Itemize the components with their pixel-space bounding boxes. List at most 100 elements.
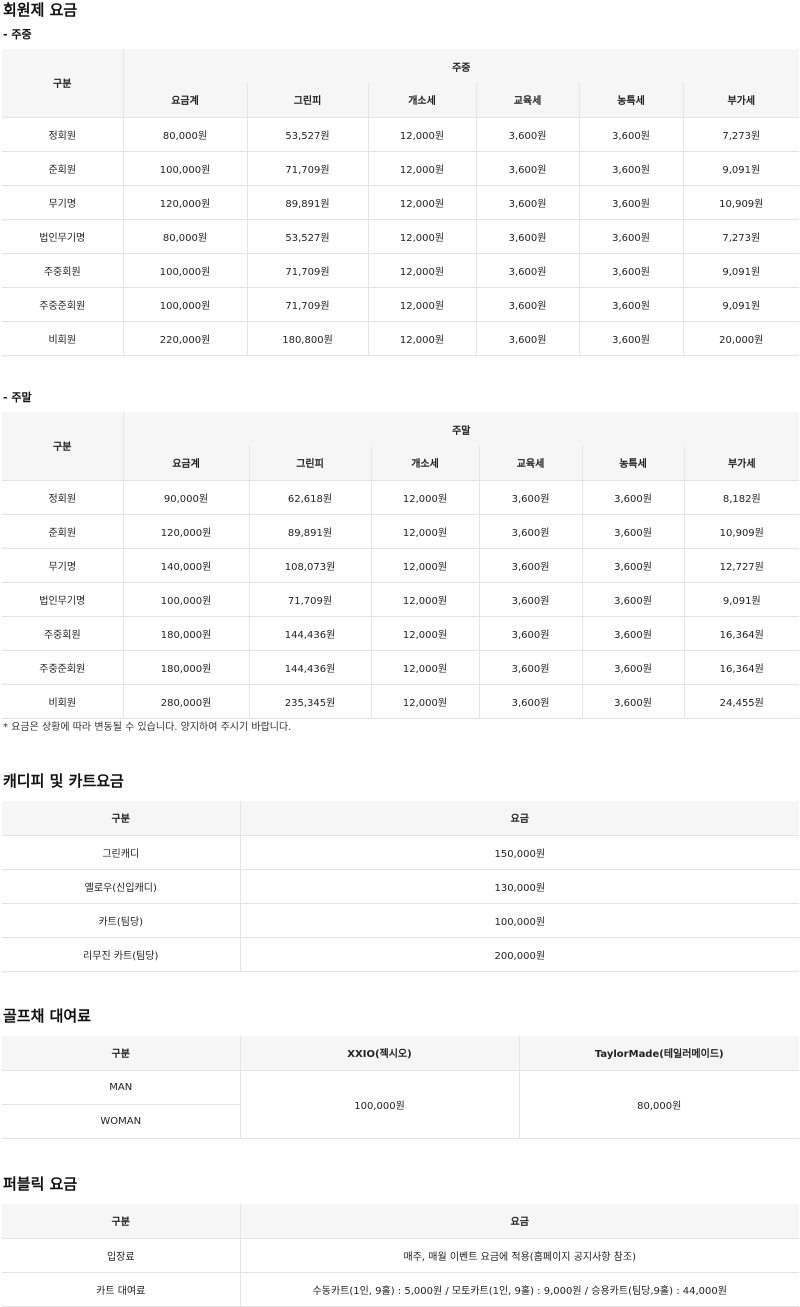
- row-label: 정회원: [2, 117, 123, 152]
- row-label: 주중준회원: [2, 650, 123, 685]
- table-row: 준회원 120,000원 89,891원 12,000원 3,600원 3,600원 10,…: [2, 514, 800, 549]
- table-cell: 108,073원: [248, 548, 371, 583]
- table-row: MAN 100,000원 80,000원: [2, 1070, 799, 1139]
- table-cell: 120,000원: [122, 514, 249, 549]
- table-cell: 매주, 매월 이벤트 요금에 적용(홈페이지 공지사항 참조): [239, 1238, 799, 1273]
- row-label: 그린캐디: [2, 835, 240, 870]
- public-fee-table: 구분 요금 입장료 매주, 매월 이벤트 요금에 적용(홈페이지 공지사항 참조)…: [2, 1204, 799, 1307]
- table-cell: 24,455원: [683, 684, 800, 719]
- rental-title: 골프채 대여료: [3, 1007, 92, 1025]
- table-row: 주중회원 180,000원 144,436원 12,000원 3,600원 3,600원 1…: [2, 616, 800, 651]
- table-cell: 3,600원: [578, 219, 683, 254]
- table-cell: 12,000원: [367, 117, 476, 152]
- table-cell: 100,000원: [122, 253, 247, 288]
- row-label: 옐로우(신입캐디): [2, 869, 240, 904]
- col-header: 요금: [239, 801, 799, 836]
- row-label: 무기명: [2, 548, 123, 583]
- table-cell: 9,091원: [682, 151, 800, 186]
- weekday-fee-table: 구분 주중 요금계 그린피 개소세 교육세 농특세 부가세 정회원 80,000원…: [2, 49, 800, 356]
- row-label: 준회원: [2, 151, 123, 186]
- table-cell: 3,600원: [578, 185, 683, 220]
- table-row: 비회원 220,000원 180,800원 12,000원 3,600원 3,600원 20…: [2, 321, 800, 356]
- table-row: 리무진 카트(팀당) 200,000원: [2, 937, 799, 972]
- table-cell: 3,600원: [475, 219, 579, 254]
- table-cell: 9,091원: [683, 582, 800, 617]
- table-cell: 3,600원: [475, 287, 579, 322]
- table-row: 정회원 90,000원 62,618원 12,000원 3,600원 3,600원 8,18…: [2, 480, 800, 515]
- caddie-title: 캐디피 및 카트요금: [3, 772, 124, 790]
- table-cell: 9,091원: [682, 287, 800, 322]
- col-header: 교육세: [478, 446, 582, 481]
- row-label: 정회원: [2, 480, 123, 515]
- row-label: 카트(팀당): [2, 903, 240, 938]
- row-label: 입장료: [2, 1238, 240, 1273]
- table-cell: 200,000원: [239, 937, 799, 972]
- col-header: 농특세: [578, 83, 683, 118]
- table-cell: 12,000원: [370, 548, 479, 583]
- table-cell: 100,000원: [122, 151, 247, 186]
- table-cell: 3,600원: [578, 287, 683, 322]
- table-cell: 235,345원: [248, 684, 371, 719]
- row-label: 주중준회원: [2, 287, 123, 322]
- table-row: 카트 대여료 수동카트(1인, 9홀) : 5,000원 / 모토카트(1인, 9…: [2, 1272, 799, 1307]
- col-header: 구분: [2, 1204, 240, 1239]
- table-row: 법인무기명 80,000원 53,527원 12,000원 3,600원 3,600원 7,…: [2, 219, 800, 254]
- public-title: 퍼블릭 요금: [3, 1175, 78, 1193]
- table-cell: 71,709원: [246, 253, 368, 288]
- col-header: 구분: [2, 412, 124, 481]
- col-header: 요금계: [123, 83, 247, 118]
- table-cell: 80,000원: [122, 219, 247, 254]
- table-cell: 3,600원: [578, 321, 683, 356]
- table-row: 입장료 매주, 매월 이벤트 요금에 적용(홈페이지 공지사항 참조): [2, 1238, 799, 1273]
- col-header: 요금: [239, 1204, 799, 1239]
- table-cell: 3,600원: [478, 616, 582, 651]
- table-cell: 3,600원: [475, 151, 579, 186]
- table-row: 법인무기명 100,000원 71,709원 12,000원 3,600원 3,600원 9…: [2, 582, 800, 617]
- table-cell: 140,000원: [122, 548, 249, 583]
- row-label: 무기명: [2, 185, 123, 220]
- table-cell: MAN: [2, 1070, 240, 1105]
- table-cell: 7,273원: [682, 117, 800, 152]
- table-cell: 89,891원: [246, 185, 368, 220]
- table-cell: 80,000원: [518, 1070, 799, 1139]
- table-cell: 120,000원: [122, 185, 247, 220]
- col-header: TaylorMade(테일러메이드): [518, 1036, 799, 1071]
- table-cell: 80,000원: [122, 117, 247, 152]
- col-header: XXIO(젝시오): [239, 1036, 519, 1071]
- table-cell: 3,600원: [475, 253, 579, 288]
- table-cell: 12,000원: [370, 480, 479, 515]
- row-label: 법인무기명: [2, 582, 123, 617]
- table-cell: 12,000원: [370, 514, 479, 549]
- table-cell: 180,000원: [122, 650, 249, 685]
- table-cell: 100,000원: [239, 903, 799, 938]
- table-cell: 3,600원: [478, 514, 582, 549]
- col-header: 그린피: [248, 446, 371, 481]
- table-cell: 12,000원: [367, 219, 476, 254]
- table-cell: 71,709원: [248, 582, 371, 617]
- table-row: 옐로우(신입캐디) 130,000원: [2, 869, 799, 904]
- col-header: 부가세: [682, 83, 800, 118]
- row-label: 주중회원: [2, 616, 123, 651]
- table-row: 무기명 140,000원 108,073원 12,000원 3,600원 3,600원 12…: [2, 548, 800, 583]
- table-row: 주중준회원 180,000원 144,436원 12,000원 3,600원 3,600원…: [2, 650, 800, 685]
- table-cell: 71,709원: [246, 151, 368, 186]
- table-row: 준회원 100,000원 71,709원 12,000원 3,600원 3,600원 9,0…: [2, 151, 800, 186]
- table-row: 주중회원 100,000원 71,709원 12,000원 3,600원 3,600원 9,…: [2, 253, 800, 288]
- table-cell: 100,000원: [122, 582, 249, 617]
- table-cell: 3,600원: [581, 650, 684, 685]
- table-row: 정회원 80,000원 53,527원 12,000원 3,600원 3,600원 7,27…: [2, 117, 800, 152]
- table-cell: 3,600원: [578, 117, 683, 152]
- table-cell: 3,600원: [475, 185, 579, 220]
- table-cell: 3,600원: [581, 548, 684, 583]
- table-cell: 180,000원: [122, 616, 249, 651]
- table-cell: 180,800원: [246, 321, 368, 356]
- membership-title: 회원제 요금: [3, 1, 78, 19]
- table-cell: 71,709원: [246, 287, 368, 322]
- table-cell: 12,000원: [370, 684, 479, 719]
- table-cell: 12,000원: [367, 151, 476, 186]
- weekend-fee-table: 구분 주말 요금계 그린피 개소세 교육세 농특세 부가세 정회원 90,000원…: [2, 412, 800, 719]
- row-label: 리무진 카트(팀당): [2, 937, 240, 972]
- table-cell: 90,000원: [122, 480, 249, 515]
- col-header: 개소세: [370, 446, 479, 481]
- table-cell: 9,091원: [682, 253, 800, 288]
